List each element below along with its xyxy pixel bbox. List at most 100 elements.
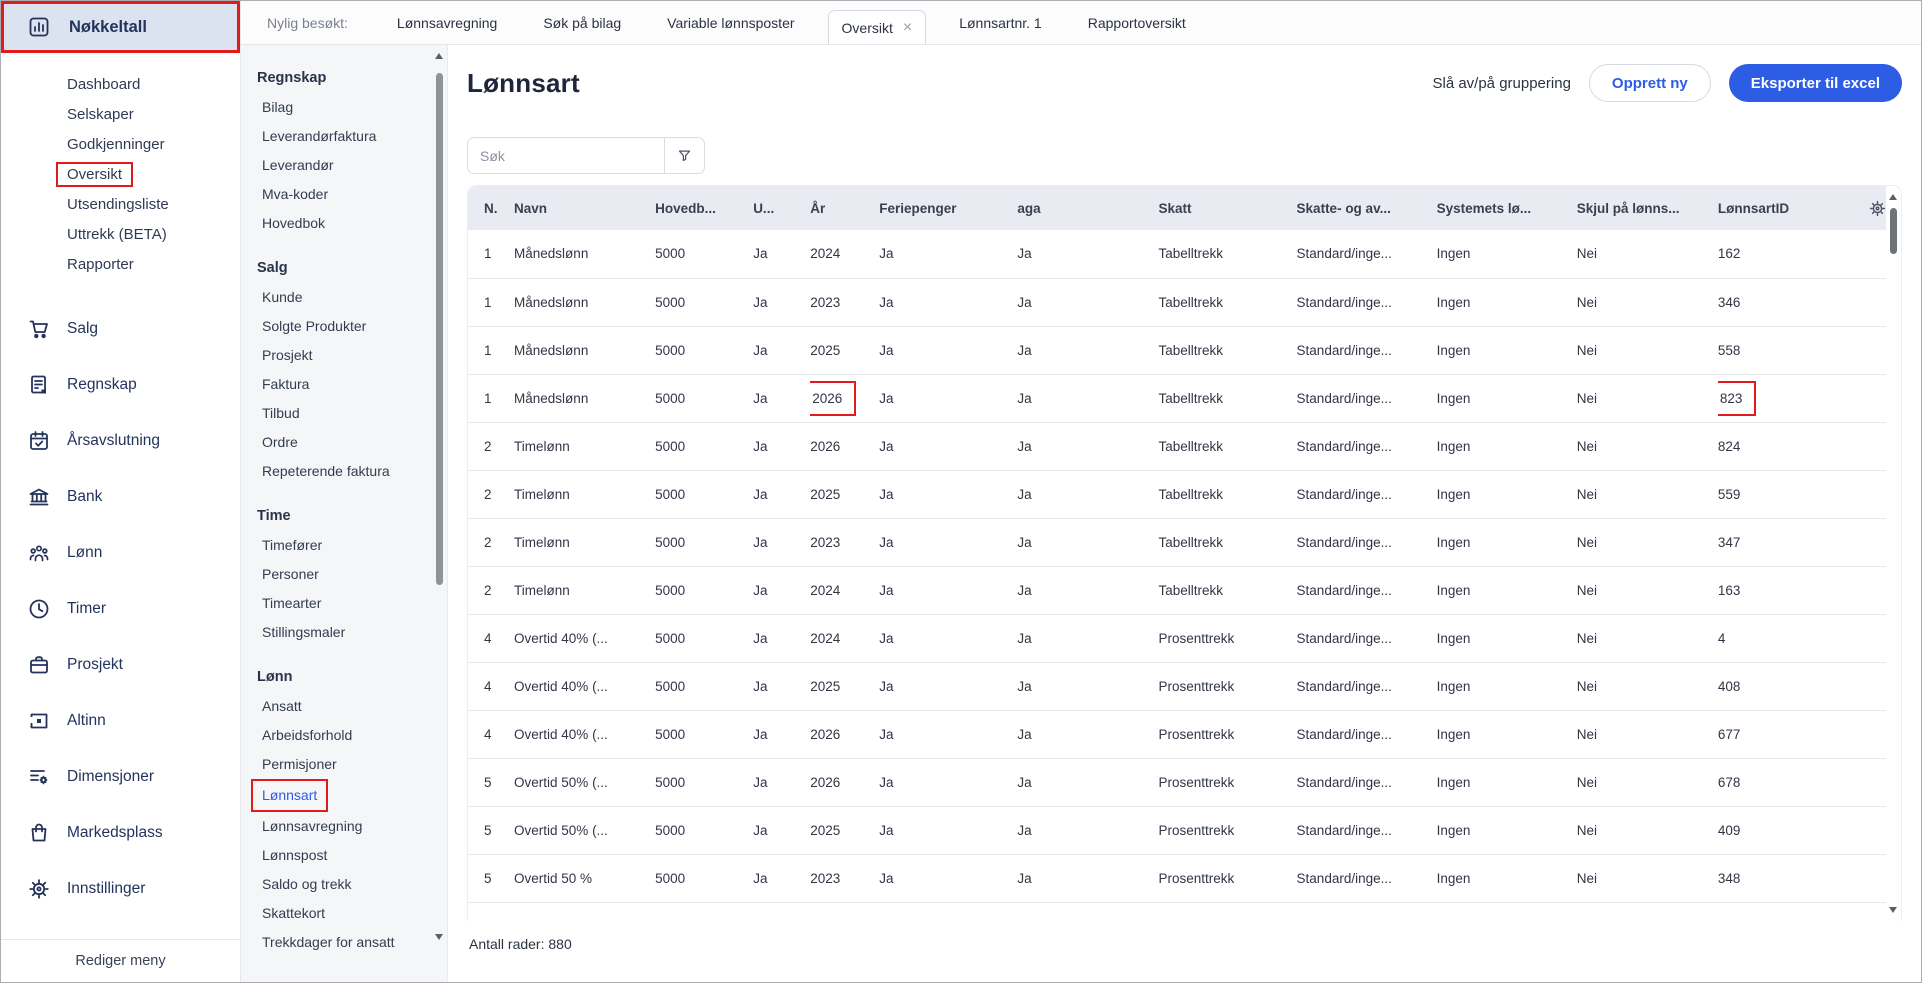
sidebar-item-bank[interactable]: Bank [1,469,240,525]
column-header-n[interactable]: N. [468,186,514,230]
submenu-item-lonnsart[interactable]: Lønnsart [257,779,433,812]
create-new-button[interactable]: Opprett ny [1589,64,1711,102]
search-input[interactable] [467,137,664,174]
sidebar-item-selskaper[interactable]: Selskaper [1,99,240,129]
column-header-u[interactable]: U... [753,186,810,230]
sidebar-item-utsendingsliste[interactable]: Utsendingsliste [1,189,240,219]
table-row[interactable]: 2Timelønn5000Ja2025JaJaTabelltrekkStanda… [468,470,1901,518]
submenu-item-leverandorfaktura[interactable]: Leverandørfaktura [257,122,433,151]
submenu-item-lonnspost[interactable]: Lønnspost [257,841,433,870]
sidebar-item-prosjekt[interactable]: Prosjekt [1,637,240,693]
table-row[interactable]: 1Månedslønn5000Ja2023JaJaTabelltrekkStan… [468,278,1901,326]
sidebar-item-regnskap[interactable]: Regnskap [1,357,240,413]
sidebar-item-dashboard[interactable]: Dashboard [1,69,240,99]
toggle-grouping-button[interactable]: Slå av/på gruppering [1432,75,1570,92]
scroll-up-icon[interactable] [435,53,443,59]
submenu-item-label: Leverandørfaktura [262,124,376,149]
submenu-item-tilbud[interactable]: Tilbud [257,399,433,428]
table-row[interactable]: 5Overtid 50 %5000Ja2023JaJaProsenttrekkS… [468,854,1901,902]
submenu-scrollbar[interactable] [433,45,446,982]
column-header-hovedb[interactable]: Hovedb... [655,186,753,230]
sidebar-item-lonn[interactable]: Lønn [1,525,240,581]
submenu-item-timeforer[interactable]: Timefører [257,531,433,560]
sidebar-item-uttrekk-beta[interactable]: Uttrekk (BETA) [1,219,240,249]
table-row[interactable]: 5Overtid 50% (...5000Ja2024JaJaProsenttr… [468,902,1901,921]
submenu-item-kunde[interactable]: Kunde [257,283,433,312]
cart-icon [27,317,51,341]
tab-oversikt[interactable]: Oversikt× [828,10,927,44]
close-icon[interactable]: × [903,20,912,36]
table-scrollbar-thumb[interactable] [1890,208,1897,254]
table-scrollbar[interactable] [1886,186,1901,921]
table-row[interactable]: 2Timelønn5000Ja2026JaJaTabelltrekkStanda… [468,422,1901,470]
column-header-skatte-og-av[interactable]: Skatte- og av... [1297,186,1437,230]
table-cell: Standard/inge... [1297,566,1437,614]
column-header-navn[interactable]: Navn [514,186,655,230]
submenu-scrollbar-thumb[interactable] [436,73,443,585]
scroll-down-icon[interactable] [435,934,443,940]
submenu-item-permisjoner[interactable]: Permisjoner [257,750,433,779]
submenu-item-mva-koder[interactable]: Mva-koder [257,180,433,209]
submenu-item-skattekort[interactable]: Skattekort [257,899,433,928]
submenu-item-bilag[interactable]: Bilag [257,93,433,122]
sidebar-item-godkjenninger[interactable]: Godkjenninger [1,129,240,159]
table-row[interactable]: 1Månedslønn5000Ja2026JaJaTabelltrekkStan… [468,374,1901,422]
submenu-item-solgte-produkter[interactable]: Solgte Produkter [257,312,433,341]
sidebar-item-markedsplass[interactable]: Markedsplass [1,805,240,861]
column-header-aga[interactable]: aga [1017,186,1158,230]
table-row[interactable]: 2Timelønn5000Ja2023JaJaTabelltrekkStanda… [468,518,1901,566]
sidebar-item-arsavslutning[interactable]: Årsavslutning [1,413,240,469]
submenu-item-saldo-og-trekk[interactable]: Saldo og trekk [257,870,433,899]
recent-item-lonnsavregning[interactable]: Lønnsavregning [397,15,497,31]
sidebar-item-rapporter[interactable]: Rapporter [1,249,240,279]
table-row[interactable]: 2Timelønn5000Ja2024JaJaTabelltrekkStanda… [468,566,1901,614]
sidebar-item-timer[interactable]: Timer [1,581,240,637]
submenu-item-stillingsmaler[interactable]: Stillingsmaler [257,618,433,647]
submenu-item-personer[interactable]: Personer [257,560,433,589]
table-row[interactable]: 4Overtid 40% (...5000Ja2026JaJaProsenttr… [468,710,1901,758]
table-cell: Nei [1577,374,1718,422]
sidebar-item-dimensjoner[interactable]: Dimensjoner [1,749,240,805]
scroll-down-icon[interactable] [1889,907,1897,913]
table-row[interactable]: 4Overtid 40% (...5000Ja2025JaJaProsenttr… [468,662,1901,710]
sidebar-item-altinn[interactable]: Altinn [1,693,240,749]
recent-item-variable-lonnsposter[interactable]: Variable lønnsposter [667,15,794,31]
sidebar-item-label: Oversikt [56,162,133,187]
table-row[interactable]: 5Overtid 50% (...5000Ja2026JaJaProsenttr… [468,758,1901,806]
submenu-item-hovedbok[interactable]: Hovedbok [257,209,433,238]
submenu-item-prosjekt[interactable]: Prosjekt [257,341,433,370]
recent-item-sok-pa-bilag[interactable]: Søk på bilag [543,15,621,31]
column-header-lonnsartid[interactable]: LønnsartID [1718,186,1856,230]
submenu-item-ansatt[interactable]: Ansatt [257,692,433,721]
column-header-feriepenger[interactable]: Feriepenger [879,186,1017,230]
submenu-section-lonn: Lønn [257,662,433,692]
sidebar-item-salg[interactable]: Salg [1,301,240,357]
recent-item-rapportoversikt[interactable]: Rapportoversikt [1088,15,1186,31]
column-header-ar[interactable]: År [810,186,879,230]
scroll-up-icon[interactable] [1889,194,1897,200]
table-row[interactable]: 1Månedslønn5000Ja2024JaJaTabelltrekkStan… [468,230,1901,278]
table-row[interactable]: 1Månedslønn5000Ja2025JaJaTabelltrekkStan… [468,326,1901,374]
rediger-meny-button[interactable]: Rediger meny [1,939,240,982]
table-cell: 4 [1718,614,1856,662]
submenu-item-repeterende-faktura[interactable]: Repeterende faktura [257,457,433,486]
submenu-item-label: Arbeidsforhold [262,723,352,748]
sidebar-item-oversikt[interactable]: Oversikt [1,159,240,189]
table-row[interactable]: 4Overtid 40% (...5000Ja2024JaJaProsenttr… [468,614,1901,662]
sidebar-item-nokkeltall[interactable]: Nøkkeltall [1,1,240,53]
table-row[interactable]: 5Overtid 50% (...5000Ja2025JaJaProsenttr… [468,806,1901,854]
submenu-item-lonnsavregning[interactable]: Lønnsavregning [257,812,433,841]
submenu-item-leverandor[interactable]: Leverandør [257,151,433,180]
sidebar-item-innstillinger[interactable]: Innstillinger [1,861,240,917]
submenu-item-faktura[interactable]: Faktura [257,370,433,399]
column-header-skatt[interactable]: Skatt [1158,186,1296,230]
filter-button[interactable] [664,137,705,174]
column-header-systemets-lo[interactable]: Systemets lø... [1437,186,1577,230]
column-header-skjul-pa-lonns[interactable]: Skjul på lønns... [1577,186,1718,230]
submenu-item-trekkdager-for-ansatt[interactable]: Trekkdager for ansatt [257,928,433,957]
submenu-item-timearter[interactable]: Timearter [257,589,433,618]
submenu-item-arbeidsforhold[interactable]: Arbeidsforhold [257,721,433,750]
submenu-item-ordre[interactable]: Ordre [257,428,433,457]
export-excel-button[interactable]: Eksporter til excel [1729,64,1902,102]
recent-item-lonnsartnr-1[interactable]: Lønnsartnr. 1 [959,15,1042,31]
